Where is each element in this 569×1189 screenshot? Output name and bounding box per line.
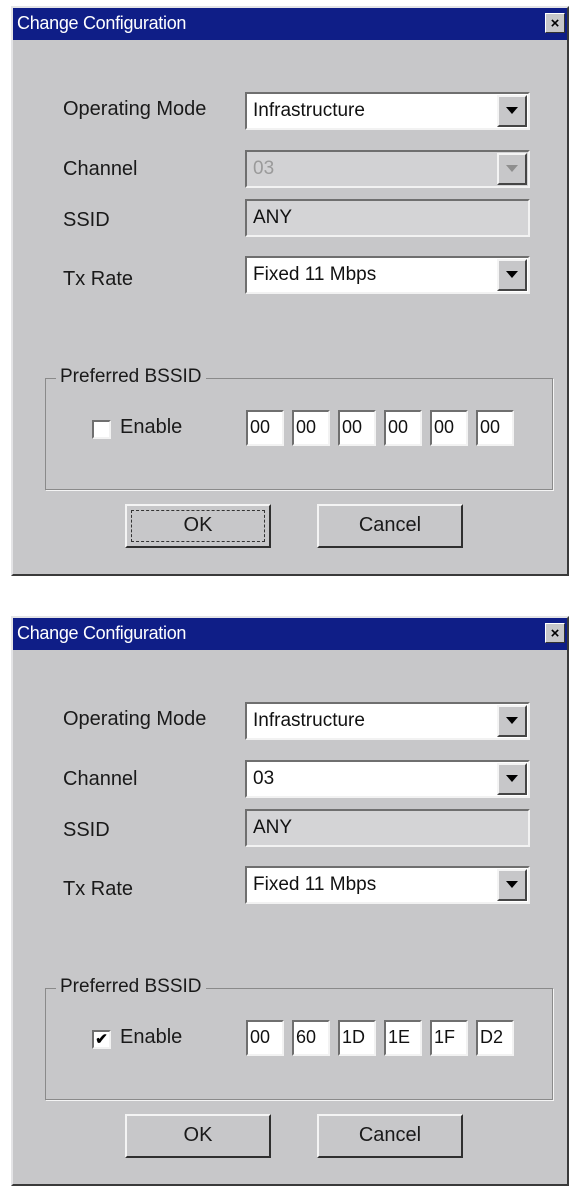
ssid-label: SSID (63, 819, 110, 841)
bssid-octet-4[interactable]: 1E (384, 1020, 422, 1056)
tx-rate-value: Fixed 11 Mbps (253, 874, 377, 895)
enable-checkbox[interactable]: ✔ (92, 1030, 111, 1049)
preferred-bssid-group: Preferred BSSID Enable 00 00 00 00 00 00 (45, 366, 553, 490)
title-bar: Change Configuration × (13, 618, 567, 650)
bssid-octet-6[interactable]: D2 (476, 1020, 514, 1056)
change-configuration-dialog: Change Configuration × Operating Mode In… (11, 6, 569, 576)
preferred-bssid-label: Preferred BSSID (56, 976, 206, 998)
dialog-title: Change Configuration (17, 13, 187, 33)
bssid-octet-3[interactable]: 00 (338, 410, 376, 446)
tx-rate-select[interactable]: Fixed 11 Mbps (245, 256, 530, 294)
bssid-octet-5[interactable]: 00 (430, 410, 468, 446)
title-bar: Change Configuration × (13, 8, 567, 40)
ok-button[interactable]: OK (125, 1114, 271, 1158)
close-icon[interactable]: × (545, 623, 565, 643)
ssid-input[interactable]: ANY (245, 809, 530, 847)
channel-select[interactable]: 03 (245, 760, 530, 798)
ssid-value: ANY (253, 207, 293, 228)
enable-label: Enable (120, 1026, 183, 1048)
tx-rate-label: Tx Rate (63, 268, 134, 290)
preferred-bssid-group: Preferred BSSID ✔ Enable 00 60 1D 1E 1F … (45, 976, 553, 1100)
enable-label: Enable (120, 416, 183, 438)
channel-select: 03 (245, 150, 530, 188)
operating-mode-label: Operating Mode (63, 98, 207, 120)
change-configuration-dialog: Change Configuration × Operating Mode In… (11, 616, 569, 1186)
dialog-title: Change Configuration (17, 623, 187, 643)
channel-value: 03 (253, 158, 275, 179)
chevron-down-icon[interactable] (497, 259, 527, 291)
bssid-octet-5[interactable]: 1F (430, 1020, 468, 1056)
bssid-octet-3[interactable]: 1D (338, 1020, 376, 1056)
chevron-down-icon[interactable] (497, 95, 527, 127)
ssid-label: SSID (63, 209, 110, 231)
tx-rate-value: Fixed 11 Mbps (253, 264, 377, 285)
bssid-octet-2[interactable]: 60 (292, 1020, 330, 1056)
channel-value: 03 (253, 768, 275, 789)
operating-mode-select[interactable]: Infrastructure (245, 702, 530, 740)
cancel-button[interactable]: Cancel (317, 504, 463, 548)
bssid-octet-6[interactable]: 00 (476, 410, 514, 446)
bssid-octet-1[interactable]: 00 (246, 1020, 284, 1056)
close-icon[interactable]: × (545, 13, 565, 33)
chevron-down-icon (497, 153, 527, 185)
enable-checkbox[interactable] (92, 420, 111, 439)
ok-button[interactable]: OK (125, 504, 271, 548)
chevron-down-icon[interactable] (497, 869, 527, 901)
operating-mode-select[interactable]: Infrastructure (245, 92, 530, 130)
bssid-octet-2[interactable]: 00 (292, 410, 330, 446)
cancel-button[interactable]: Cancel (317, 1114, 463, 1158)
chevron-down-icon[interactable] (497, 763, 527, 795)
bssid-octet-4[interactable]: 00 (384, 410, 422, 446)
operating-mode-label: Operating Mode (63, 708, 207, 730)
tx-rate-label: Tx Rate (63, 878, 134, 900)
channel-label: Channel (63, 158, 138, 180)
ssid-input[interactable]: ANY (245, 199, 530, 237)
operating-mode-value: Infrastructure (253, 100, 365, 121)
channel-label: Channel (63, 768, 138, 790)
tx-rate-select[interactable]: Fixed 11 Mbps (245, 866, 530, 904)
preferred-bssid-label: Preferred BSSID (56, 366, 206, 388)
operating-mode-value: Infrastructure (253, 710, 365, 731)
chevron-down-icon[interactable] (497, 705, 527, 737)
bssid-octet-1[interactable]: 00 (246, 410, 284, 446)
ssid-value: ANY (253, 817, 293, 838)
